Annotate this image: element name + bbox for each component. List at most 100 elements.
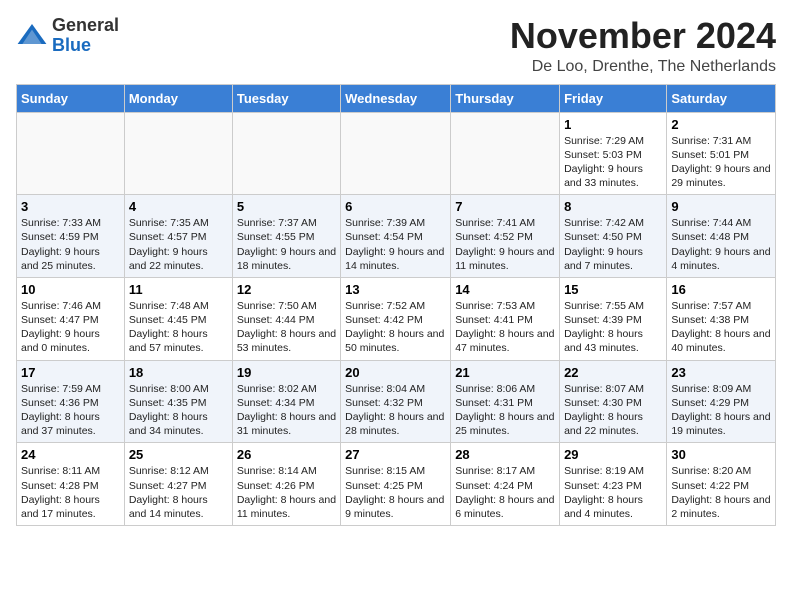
- day-number: 27: [345, 447, 446, 462]
- day-number: 21: [455, 365, 555, 380]
- calendar-cell: 17 Sunrise: 7:59 AM Sunset: 4:36 PM Dayli…: [17, 360, 125, 443]
- day-number: 6: [345, 199, 446, 214]
- weekday-header-thursday: Thursday: [451, 84, 560, 112]
- location-title: De Loo, Drenthe, The Netherlands: [510, 58, 776, 76]
- day-number: 13: [345, 282, 446, 297]
- day-number: 14: [455, 282, 555, 297]
- day-number: 7: [455, 199, 555, 214]
- calendar-cell: 24 Sunrise: 8:11 AM Sunset: 4:28 PM Dayli…: [17, 443, 125, 526]
- day-info: Sunrise: 7:52 AM Sunset: 4:42 PM Dayligh…: [345, 299, 446, 356]
- day-info: Sunrise: 7:31 AM Sunset: 5:01 PM Dayligh…: [671, 134, 771, 191]
- calendar-cell: 4Sunrise: 7:35 AM Sunset: 4:57 PM Daylig…: [124, 195, 232, 278]
- day-info: Sunrise: 7:33 AM Sunset: 4:59 PM Dayligh…: [21, 216, 120, 273]
- calendar-cell: [451, 112, 560, 195]
- day-info: Sunrise: 7:53 AM Sunset: 4:41 PM Dayligh…: [455, 299, 555, 356]
- day-info: Sunrise: 8:20 AM Sunset: 4:22 PM Dayligh…: [671, 464, 771, 521]
- day-info: Sunrise: 8:11 AM Sunset: 4:28 PM Dayligh…: [21, 464, 120, 521]
- calendar-cell: 18Sunrise: 8:00 AM Sunset: 4:35 PM Dayli…: [124, 360, 232, 443]
- calendar-cell: 16 Sunrise: 7:57 AM Sunset: 4:38 PM Dayli…: [667, 277, 776, 360]
- day-number: 15: [564, 282, 662, 297]
- calendar-cell: 3 Sunrise: 7:33 AM Sunset: 4:59 PM Daylig…: [17, 195, 125, 278]
- calendar-cell: 14 Sunrise: 7:53 AM Sunset: 4:41 PM Dayli…: [451, 277, 560, 360]
- calendar-cell: 12 Sunrise: 7:50 AM Sunset: 4:44 PM Dayli…: [232, 277, 340, 360]
- day-info: Sunrise: 7:44 AM Sunset: 4:48 PM Dayligh…: [671, 216, 771, 273]
- day-info: Sunrise: 7:39 AM Sunset: 4:54 PM Dayligh…: [345, 216, 446, 273]
- day-info: Sunrise: 7:59 AM Sunset: 4:36 PM Dayligh…: [21, 382, 120, 439]
- day-number: 11: [129, 282, 228, 297]
- calendar-cell: 30 Sunrise: 8:20 AM Sunset: 4:22 PM Dayli…: [667, 443, 776, 526]
- day-info: Sunrise: 8:09 AM Sunset: 4:29 PM Dayligh…: [671, 382, 771, 439]
- month-title: November 2024: [510, 16, 776, 56]
- day-info: Sunrise: 7:41 AM Sunset: 4:52 PM Dayligh…: [455, 216, 555, 273]
- calendar-cell: 5Sunrise: 7:37 AM Sunset: 4:55 PM Daylig…: [232, 195, 340, 278]
- day-number: 24: [21, 447, 120, 462]
- day-info: Sunrise: 7:42 AM Sunset: 4:50 PM Dayligh…: [564, 216, 662, 273]
- calendar-cell: 22Sunrise: 8:07 AM Sunset: 4:30 PM Dayli…: [560, 360, 667, 443]
- weekday-header-saturday: Saturday: [667, 84, 776, 112]
- calendar-week-row: 1Sunrise: 7:29 AM Sunset: 5:03 PM Daylig…: [17, 112, 776, 195]
- weekday-header-friday: Friday: [560, 84, 667, 112]
- day-number: 28: [455, 447, 555, 462]
- calendar-week-row: 3 Sunrise: 7:33 AM Sunset: 4:59 PM Daylig…: [17, 195, 776, 278]
- day-info: Sunrise: 7:48 AM Sunset: 4:45 PM Dayligh…: [129, 299, 228, 356]
- calendar-week-row: 10Sunrise: 7:46 AM Sunset: 4:47 PM Dayli…: [17, 277, 776, 360]
- calendar-cell: [232, 112, 340, 195]
- day-number: 30: [671, 447, 771, 462]
- day-info: Sunrise: 7:50 AM Sunset: 4:44 PM Dayligh…: [237, 299, 336, 356]
- calendar-cell: 15 Sunrise: 7:55 AM Sunset: 4:39 PM Dayli…: [560, 277, 667, 360]
- weekday-header-row: SundayMondayTuesdayWednesdayThursdayFrid…: [17, 84, 776, 112]
- calendar-cell: 6 Sunrise: 7:39 AM Sunset: 4:54 PM Daylig…: [341, 195, 451, 278]
- calendar-cell: 27 Sunrise: 8:15 AM Sunset: 4:25 PM Dayli…: [341, 443, 451, 526]
- day-number: 17: [21, 365, 120, 380]
- day-number: 20: [345, 365, 446, 380]
- weekday-header-monday: Monday: [124, 84, 232, 112]
- day-number: 3: [21, 199, 120, 214]
- day-info: Sunrise: 7:29 AM Sunset: 5:03 PM Dayligh…: [564, 134, 662, 191]
- calendar-cell: 23 Sunrise: 8:09 AM Sunset: 4:29 PM Dayli…: [667, 360, 776, 443]
- day-info: Sunrise: 8:00 AM Sunset: 4:35 PM Dayligh…: [129, 382, 228, 439]
- day-number: 9: [671, 199, 771, 214]
- calendar-cell: 8 Sunrise: 7:42 AM Sunset: 4:50 PM Daylig…: [560, 195, 667, 278]
- calendar-cell: [341, 112, 451, 195]
- day-info: Sunrise: 8:12 AM Sunset: 4:27 PM Dayligh…: [129, 464, 228, 521]
- calendar-cell: 26Sunrise: 8:14 AM Sunset: 4:26 PM Dayli…: [232, 443, 340, 526]
- calendar-cell: [124, 112, 232, 195]
- logo: General Blue: [16, 16, 119, 56]
- calendar-table: SundayMondayTuesdayWednesdayThursdayFrid…: [16, 84, 776, 526]
- day-number: 19: [237, 365, 336, 380]
- day-info: Sunrise: 8:19 AM Sunset: 4:23 PM Dayligh…: [564, 464, 662, 521]
- day-number: 5: [237, 199, 336, 214]
- day-number: 29: [564, 447, 662, 462]
- day-number: 2: [671, 117, 771, 132]
- day-info: Sunrise: 7:35 AM Sunset: 4:57 PM Dayligh…: [129, 216, 228, 273]
- day-info: Sunrise: 8:14 AM Sunset: 4:26 PM Dayligh…: [237, 464, 336, 521]
- calendar-cell: 19 Sunrise: 8:02 AM Sunset: 4:34 PM Dayli…: [232, 360, 340, 443]
- calendar-cell: [17, 112, 125, 195]
- day-info: Sunrise: 7:55 AM Sunset: 4:39 PM Dayligh…: [564, 299, 662, 356]
- day-info: Sunrise: 8:15 AM Sunset: 4:25 PM Dayligh…: [345, 464, 446, 521]
- logo-text: General Blue: [52, 16, 119, 56]
- calendar-cell: 20Sunrise: 8:04 AM Sunset: 4:32 PM Dayli…: [341, 360, 451, 443]
- day-number: 23: [671, 365, 771, 380]
- calendar-cell: 10Sunrise: 7:46 AM Sunset: 4:47 PM Dayli…: [17, 277, 125, 360]
- calendar-cell: 9 Sunrise: 7:44 AM Sunset: 4:48 PM Daylig…: [667, 195, 776, 278]
- calendar-cell: 21 Sunrise: 8:06 AM Sunset: 4:31 PM Dayli…: [451, 360, 560, 443]
- weekday-header-wednesday: Wednesday: [341, 84, 451, 112]
- day-number: 12: [237, 282, 336, 297]
- day-info: Sunrise: 8:06 AM Sunset: 4:31 PM Dayligh…: [455, 382, 555, 439]
- calendar-week-row: 17 Sunrise: 7:59 AM Sunset: 4:36 PM Dayli…: [17, 360, 776, 443]
- calendar-cell: 11 Sunrise: 7:48 AM Sunset: 4:45 PM Dayli…: [124, 277, 232, 360]
- calendar-cell: 29 Sunrise: 8:19 AM Sunset: 4:23 PM Dayli…: [560, 443, 667, 526]
- day-info: Sunrise: 7:57 AM Sunset: 4:38 PM Dayligh…: [671, 299, 771, 356]
- day-info: Sunrise: 8:07 AM Sunset: 4:30 PM Dayligh…: [564, 382, 662, 439]
- day-number: 16: [671, 282, 771, 297]
- day-number: 8: [564, 199, 662, 214]
- weekday-header-sunday: Sunday: [17, 84, 125, 112]
- day-info: Sunrise: 7:46 AM Sunset: 4:47 PM Dayligh…: [21, 299, 120, 356]
- calendar-cell: 7 Sunrise: 7:41 AM Sunset: 4:52 PM Daylig…: [451, 195, 560, 278]
- calendar-cell: 25 Sunrise: 8:12 AM Sunset: 4:27 PM Dayli…: [124, 443, 232, 526]
- calendar-cell: 2 Sunrise: 7:31 AM Sunset: 5:01 PM Daylig…: [667, 112, 776, 195]
- weekday-header-tuesday: Tuesday: [232, 84, 340, 112]
- day-number: 25: [129, 447, 228, 462]
- day-info: Sunrise: 8:02 AM Sunset: 4:34 PM Dayligh…: [237, 382, 336, 439]
